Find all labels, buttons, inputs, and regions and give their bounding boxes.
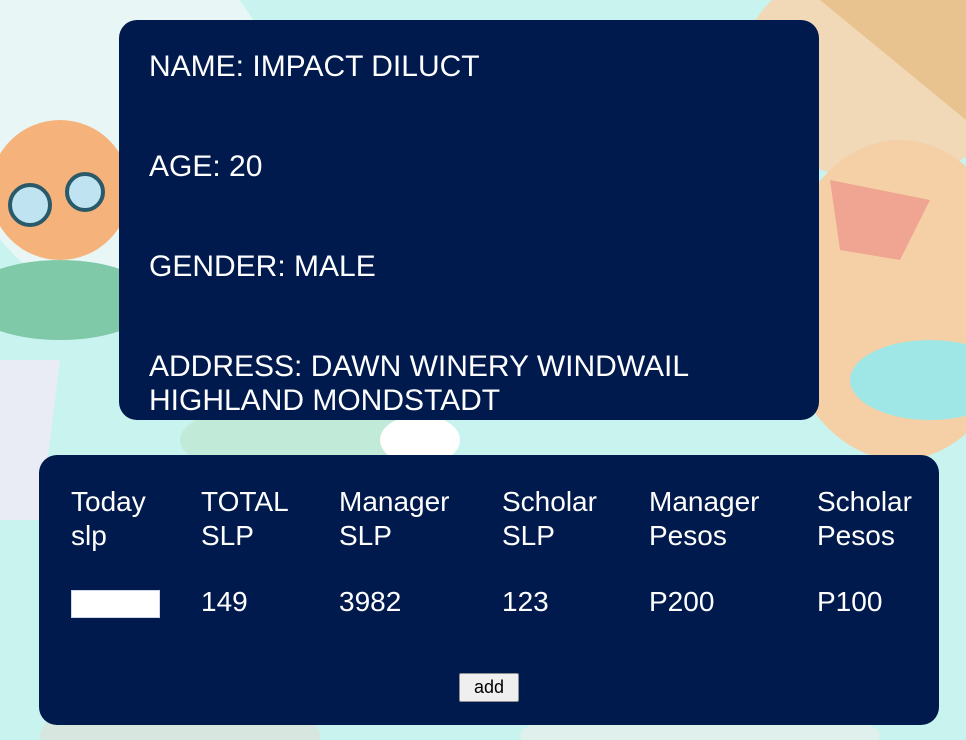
column-value: 3982	[339, 586, 402, 617]
today-slp-input[interactable]	[71, 590, 160, 618]
profile-card: NAME: IMPACT DILUCT AGE: 20 GENDER: MALE…	[119, 20, 819, 420]
name-value: IMPACT DILUCT	[252, 50, 480, 83]
column-header: TOTAL SLP	[201, 486, 288, 551]
age-value: 20	[229, 150, 263, 183]
profile-name: NAME: IMPACT DILUCT	[149, 50, 789, 84]
add-button[interactable]: add	[459, 673, 519, 702]
gender-label: GENDER:	[149, 250, 286, 283]
column-header: Scholar SLP	[502, 486, 597, 551]
column-value: P100	[817, 586, 883, 617]
name-label: NAME:	[149, 50, 245, 83]
column-value: 149	[201, 586, 248, 617]
column-value: 123	[502, 586, 549, 617]
column-header: Manager Pesos	[649, 486, 760, 551]
profile-address: ADDRESS: DAWN WINERY WINDWAIL HIGHLAND M…	[149, 350, 749, 418]
gender-value: MALE	[294, 250, 376, 283]
address-label: ADDRESS:	[149, 350, 303, 383]
slp-card: Today slp TOTAL SLP 149 Manager SLP 3982…	[39, 455, 939, 725]
column-header: Today slp	[71, 486, 146, 551]
column-value: P200	[649, 586, 715, 617]
profile-age: AGE: 20	[149, 150, 789, 184]
column-header: Manager SLP	[339, 486, 450, 551]
column-header: Scholar Pesos	[817, 486, 912, 551]
profile-gender: GENDER: MALE	[149, 250, 789, 284]
age-label: AGE:	[149, 150, 221, 183]
